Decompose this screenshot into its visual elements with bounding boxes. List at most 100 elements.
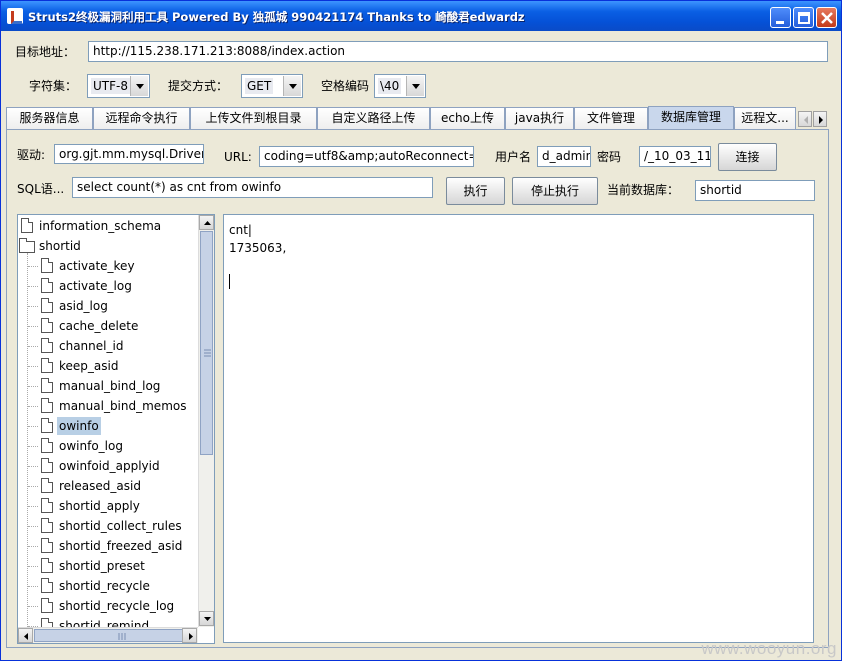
tree-horizontal-scrollbar[interactable]: [18, 627, 198, 643]
space-encoding-value: \40: [378, 78, 402, 94]
stop-execute-button[interactable]: 停止执行: [512, 177, 598, 205]
tree-item-table[interactable]: shortid_freezed_asid: [18, 537, 184, 555]
tab-custom-upload[interactable]: 自定义路径上传: [317, 107, 430, 129]
tree-item-database[interactable]: information_schema: [18, 217, 163, 235]
tree-item-table[interactable]: owinfo_log: [18, 437, 125, 455]
sql-input[interactable]: select count(*) as cnt from owinfo: [72, 177, 433, 198]
grip-icon: [118, 633, 126, 640]
connect-button[interactable]: 连接: [718, 143, 777, 171]
scroll-right-button[interactable]: [182, 628, 197, 643]
file-icon: [41, 318, 53, 333]
file-icon: [41, 278, 53, 293]
arrow-left-icon: [804, 116, 808, 124]
tree-item-table[interactable]: shortid_preset: [18, 557, 147, 575]
app-window: Struts2终极漏洞利用工具 Powered By 独孤城 990421174…: [0, 0, 842, 661]
tree-scroll-thumb[interactable]: [200, 231, 213, 455]
tree-item-table[interactable]: cache_delete: [18, 317, 140, 335]
chevron-down-icon: [130, 76, 148, 96]
tree-item-label: shortid_recycle: [59, 579, 150, 593]
window-title: Struts2终极漏洞利用工具 Powered By 独孤城 990421174…: [28, 10, 525, 24]
tree-item-label: shortid_apply: [59, 499, 140, 513]
tree-item-table[interactable]: activate_key: [18, 257, 137, 275]
tree-item-table[interactable]: shortid_collect_rules: [18, 517, 184, 535]
tree-item-table[interactable]: owinfo: [18, 417, 101, 435]
current-db-input[interactable]: shortid: [695, 180, 815, 201]
tree-item-label: shortid: [39, 239, 81, 253]
driver-label: 驱动:: [17, 148, 46, 162]
folder-open-icon: [19, 238, 35, 253]
file-icon: [21, 218, 33, 233]
text-caret: [229, 274, 230, 289]
scroll-down-button[interactable]: [199, 611, 214, 626]
tab-database-manager[interactable]: 数据库管理: [648, 106, 734, 130]
charset-value: UTF-8: [91, 78, 130, 94]
minimize-button[interactable]: [770, 7, 791, 28]
arrow-down-icon: [204, 617, 211, 621]
tab-server-info[interactable]: 服务器信息: [6, 107, 93, 129]
tab-remote-file[interactable]: 远程文...: [734, 107, 796, 129]
grip-icon: [204, 349, 211, 357]
file-icon: [41, 538, 53, 553]
file-icon: [41, 338, 53, 353]
tab-file-manager[interactable]: 文件管理: [574, 107, 648, 129]
target-url-input[interactable]: http://115.238.171.213:8088/index.action: [88, 41, 828, 62]
tab-java-exec[interactable]: java执行: [505, 107, 574, 129]
maximize-button[interactable]: [793, 7, 814, 28]
charset-select[interactable]: UTF-8: [87, 74, 150, 98]
tree-item-label: asid_log: [59, 299, 108, 313]
tree-item-label: cache_delete: [59, 319, 139, 333]
method-select[interactable]: GET: [241, 74, 303, 98]
tree-vertical-scrollbar[interactable]: [198, 215, 214, 627]
target-url-label: 目标地址：: [15, 45, 76, 59]
file-icon: [41, 398, 53, 413]
tab-scroll-left-button[interactable]: [798, 111, 812, 127]
close-button[interactable]: [816, 7, 837, 28]
tree-item-label: channel_id: [59, 339, 124, 353]
tree-item-table[interactable]: shortid_recycle: [18, 577, 152, 595]
file-icon: [41, 558, 53, 573]
chevron-down-icon: [406, 76, 424, 96]
tree-item-table[interactable]: keep_asid: [18, 357, 120, 375]
query-result-area[interactable]: cnt| 1735063,: [223, 214, 814, 643]
file-icon: [41, 518, 53, 533]
jdbc-url-input[interactable]: coding=utf8&amp;autoReconnect=true: [259, 146, 474, 167]
file-icon: [41, 418, 53, 433]
database-tree[interactable]: information_schemashortid activate_keyact…: [17, 214, 215, 644]
tree-item-label: shortid_freezed_asid: [59, 539, 183, 553]
charset-label: 字符集：: [29, 79, 78, 93]
file-icon: [41, 578, 53, 593]
tree-item-table[interactable]: released_asid: [18, 477, 143, 495]
tab-echo-upload[interactable]: echo上传: [430, 107, 505, 129]
tree-item-table[interactable]: manual_bind_memos: [18, 397, 188, 415]
result-line: cnt|: [229, 223, 252, 237]
tab-scroll-right-button[interactable]: [813, 111, 827, 127]
arrow-left-icon: [24, 633, 28, 640]
arrow-right-icon: [819, 116, 823, 124]
tree-item-database[interactable]: shortid: [18, 237, 83, 255]
file-icon: [41, 478, 53, 493]
tree-item-table[interactable]: manual_bind_log: [18, 377, 162, 395]
tree-item-table[interactable]: asid_log: [18, 297, 110, 315]
driver-input[interactable]: org.gjt.mm.mysql.Driver: [54, 144, 204, 164]
space-encoding-label: 空格编码: [321, 79, 370, 93]
password-label: 密码: [597, 150, 622, 164]
tree-item-table[interactable]: shortid_recycle_log: [18, 597, 176, 615]
space-encoding-select[interactable]: \40: [374, 74, 426, 98]
tab-upload-root[interactable]: 上传文件到根目录: [190, 107, 317, 129]
tree-item-table[interactable]: shortid_apply: [18, 497, 142, 515]
username-input[interactable]: d_admin: [537, 146, 591, 167]
tree-item-table[interactable]: activate_log: [18, 277, 134, 295]
tab-remote-command[interactable]: 远程命令执行: [93, 107, 190, 129]
arrow-right-icon: [189, 633, 193, 640]
tree-item-table[interactable]: channel_id: [18, 337, 125, 355]
tree-hscroll-thumb[interactable]: [34, 629, 184, 642]
url-label: URL:: [224, 150, 252, 164]
password-input[interactable]: /_10_03_11: [639, 146, 711, 167]
scroll-left-button[interactable]: [18, 628, 33, 643]
minimize-icon: [776, 21, 784, 24]
tree-item-label: information_schema: [39, 219, 162, 233]
scroll-up-button[interactable]: [199, 215, 214, 230]
tree-item-table[interactable]: owinfoid_applyid: [18, 457, 162, 475]
execute-button[interactable]: 执行: [446, 177, 505, 205]
result-line: 1735063,: [229, 241, 287, 255]
